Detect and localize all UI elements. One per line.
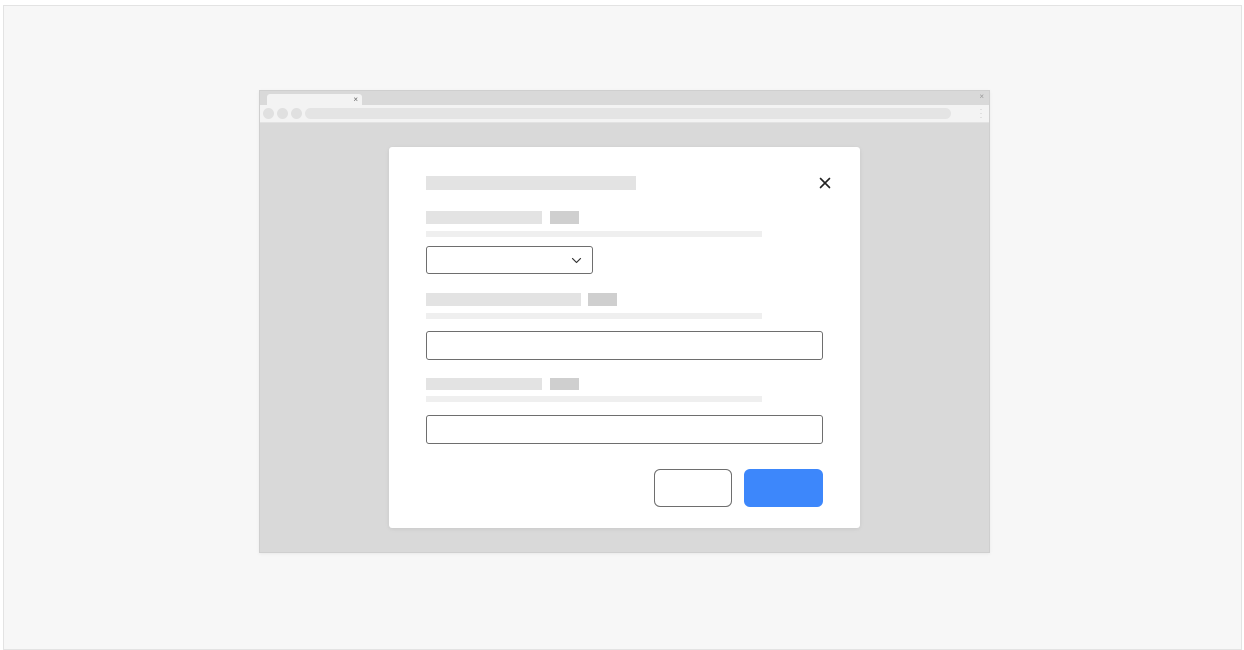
tab-strip: × × <box>260 91 989 106</box>
address-bar[interactable] <box>305 108 951 119</box>
chevron-down-icon <box>571 257 582 264</box>
field-description <box>426 313 762 319</box>
field-description <box>426 231 762 237</box>
field-label <box>426 211 542 224</box>
field-label <box>426 293 581 306</box>
field-description <box>426 396 762 402</box>
reload-icon[interactable] <box>291 108 302 119</box>
browser-toolbar: · · · <box>260 105 989 123</box>
kebab-menu-icon[interactable]: · · · <box>979 105 983 122</box>
modal-dialog <box>389 147 860 528</box>
field-tag <box>588 293 617 306</box>
close-icon[interactable] <box>817 175 833 191</box>
field-tag <box>550 378 579 390</box>
close-icon[interactable]: × <box>353 95 358 105</box>
close-icon[interactable]: × <box>979 92 984 102</box>
submit-button[interactable] <box>744 469 823 507</box>
dropdown-select[interactable] <box>426 246 593 274</box>
text-input[interactable] <box>426 415 823 444</box>
dialog-title <box>426 176 636 190</box>
back-icon[interactable] <box>263 108 274 119</box>
cancel-button[interactable] <box>654 469 732 507</box>
field-label <box>426 378 542 390</box>
text-input[interactable] <box>426 331 823 360</box>
forward-icon[interactable] <box>277 108 288 119</box>
field-tag <box>550 211 579 224</box>
